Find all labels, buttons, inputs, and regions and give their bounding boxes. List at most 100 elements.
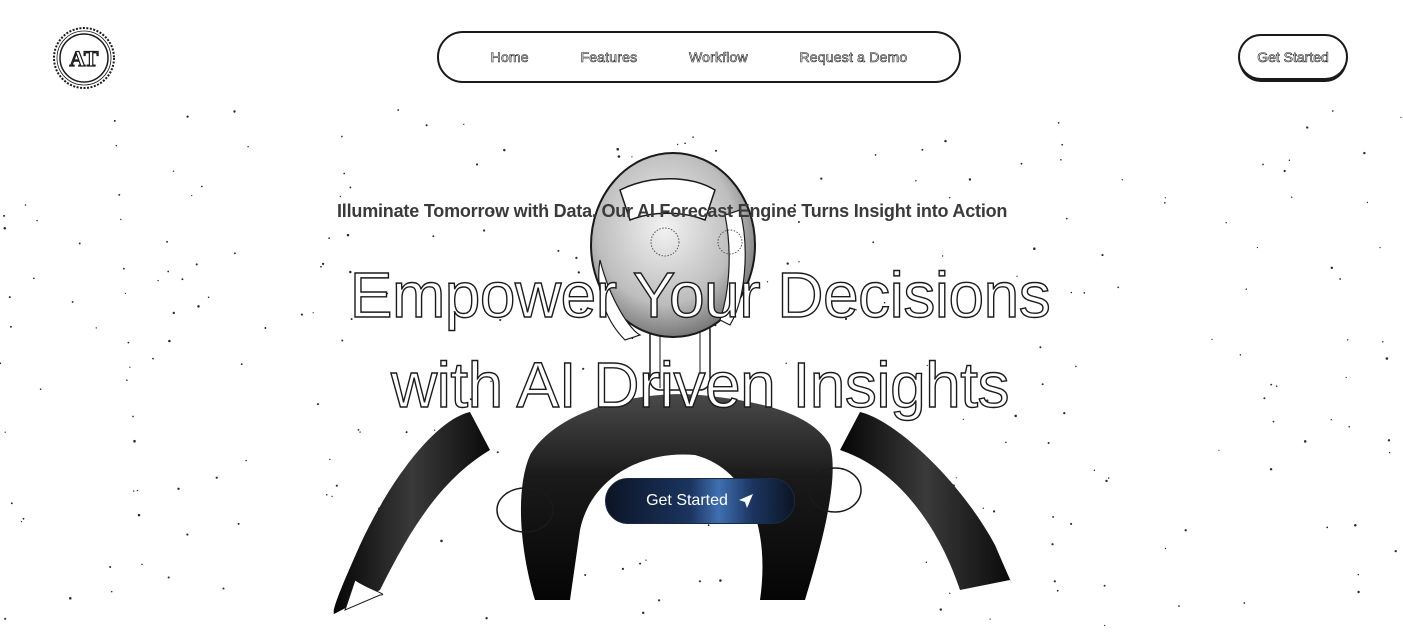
star-dot [191, 195, 193, 197]
star-dot [1288, 159, 1291, 162]
star-dot [1052, 515, 1055, 518]
star-dot [32, 277, 35, 280]
star-dot [692, 136, 694, 138]
star-dot [1225, 222, 1227, 224]
star-dot [1363, 151, 1366, 155]
star-dot [207, 296, 210, 299]
star-dot [22, 517, 25, 520]
star-dot [1104, 624, 1106, 627]
star-dot [39, 388, 42, 391]
star-dot [1303, 440, 1307, 443]
star-dot [95, 327, 97, 329]
star-dot [1357, 573, 1360, 576]
star-dot [1385, 357, 1389, 360]
star-dot [1164, 547, 1167, 550]
star-dot [1330, 266, 1334, 270]
star-dot [1348, 425, 1351, 428]
star-dot [1163, 201, 1166, 204]
star-dot [247, 145, 249, 148]
star-dot [1387, 439, 1391, 442]
hero-headline-line-1: Empower Your Decisions [349, 258, 1051, 331]
star-dot [136, 489, 139, 492]
star-dot [24, 204, 27, 206]
star-dot [240, 363, 243, 366]
star-dot [4, 617, 7, 620]
star-dot [1060, 158, 1062, 161]
star-dot [9, 325, 12, 328]
star-dot [197, 305, 200, 308]
hero-cta-label: Get Started [646, 492, 728, 509]
star-dot [1051, 543, 1054, 546]
hero-get-started-button[interactable]: Get Started [605, 478, 795, 524]
star-dot [124, 292, 127, 295]
header-get-started-button[interactable]: Get Started [1238, 34, 1348, 80]
star-dot [78, 242, 81, 245]
star-dot [127, 341, 130, 344]
star-dot [113, 119, 116, 122]
star-dot [1211, 338, 1213, 341]
star-dot [133, 439, 136, 443]
star-dot [141, 563, 143, 566]
star-dot [109, 565, 112, 569]
star-dot [71, 300, 74, 303]
star-dot [20, 520, 23, 523]
brand-logo[interactable]: AT [52, 26, 116, 90]
star-dot [1053, 580, 1056, 583]
star-dot [1243, 602, 1246, 604]
star-dot [233, 110, 236, 113]
star-dot [36, 219, 38, 222]
star-dot [115, 144, 118, 147]
star-dot [1270, 383, 1273, 386]
star-dot [172, 311, 175, 315]
star-dot [463, 123, 465, 125]
star-dot [167, 270, 170, 273]
star-dot [397, 109, 400, 111]
star-dot [123, 267, 125, 270]
star-dot [186, 115, 189, 118]
star-dot [8, 296, 11, 299]
nav-item-request-demo[interactable]: Request a Demo [799, 49, 907, 66]
star-dot [186, 533, 189, 536]
star-dot [157, 279, 159, 282]
star-dot [1326, 526, 1329, 529]
star-dot [1184, 529, 1187, 532]
star-dot [425, 124, 428, 127]
star-dot [168, 339, 171, 343]
nav-item-home[interactable]: Home [490, 49, 529, 66]
star-dot [944, 139, 947, 143]
star-dot [1093, 469, 1096, 472]
star-dot [195, 263, 198, 266]
star-dot [222, 587, 225, 590]
star-dot [1262, 163, 1264, 166]
star-dot [137, 513, 141, 517]
star-dot [1057, 122, 1060, 124]
star-dot [166, 240, 169, 243]
star-dot [1103, 584, 1106, 587]
star-dot [1290, 196, 1293, 198]
star-dot [1394, 549, 1397, 553]
star-dot [120, 218, 122, 221]
star-dot [1256, 246, 1259, 249]
star-dot [1056, 589, 1059, 592]
star-dot [1121, 179, 1123, 181]
star-dot [3, 226, 7, 230]
star-dot [132, 415, 134, 418]
star-dot [69, 597, 72, 600]
star-dot [245, 459, 247, 462]
star-dot [1357, 590, 1360, 594]
star-dot [1400, 116, 1402, 119]
hero-headline-line-2: with AI Driven Insights [390, 348, 1010, 421]
nav-item-features[interactable]: Features [580, 49, 637, 66]
star-dot [215, 476, 218, 479]
nav-item-workflow[interactable]: Workflow [689, 49, 748, 66]
star-dot [1339, 278, 1342, 280]
hero-headline: Empower Your Decisions with AI Driven In… [300, 250, 1100, 430]
star-dot [1218, 449, 1220, 451]
star-dot [1070, 522, 1073, 525]
star-dot [1345, 376, 1347, 379]
star-dot [152, 357, 154, 360]
star-dot [1331, 110, 1334, 112]
star-dot [341, 135, 343, 138]
star-dot [237, 522, 240, 525]
star-dot [264, 327, 267, 329]
